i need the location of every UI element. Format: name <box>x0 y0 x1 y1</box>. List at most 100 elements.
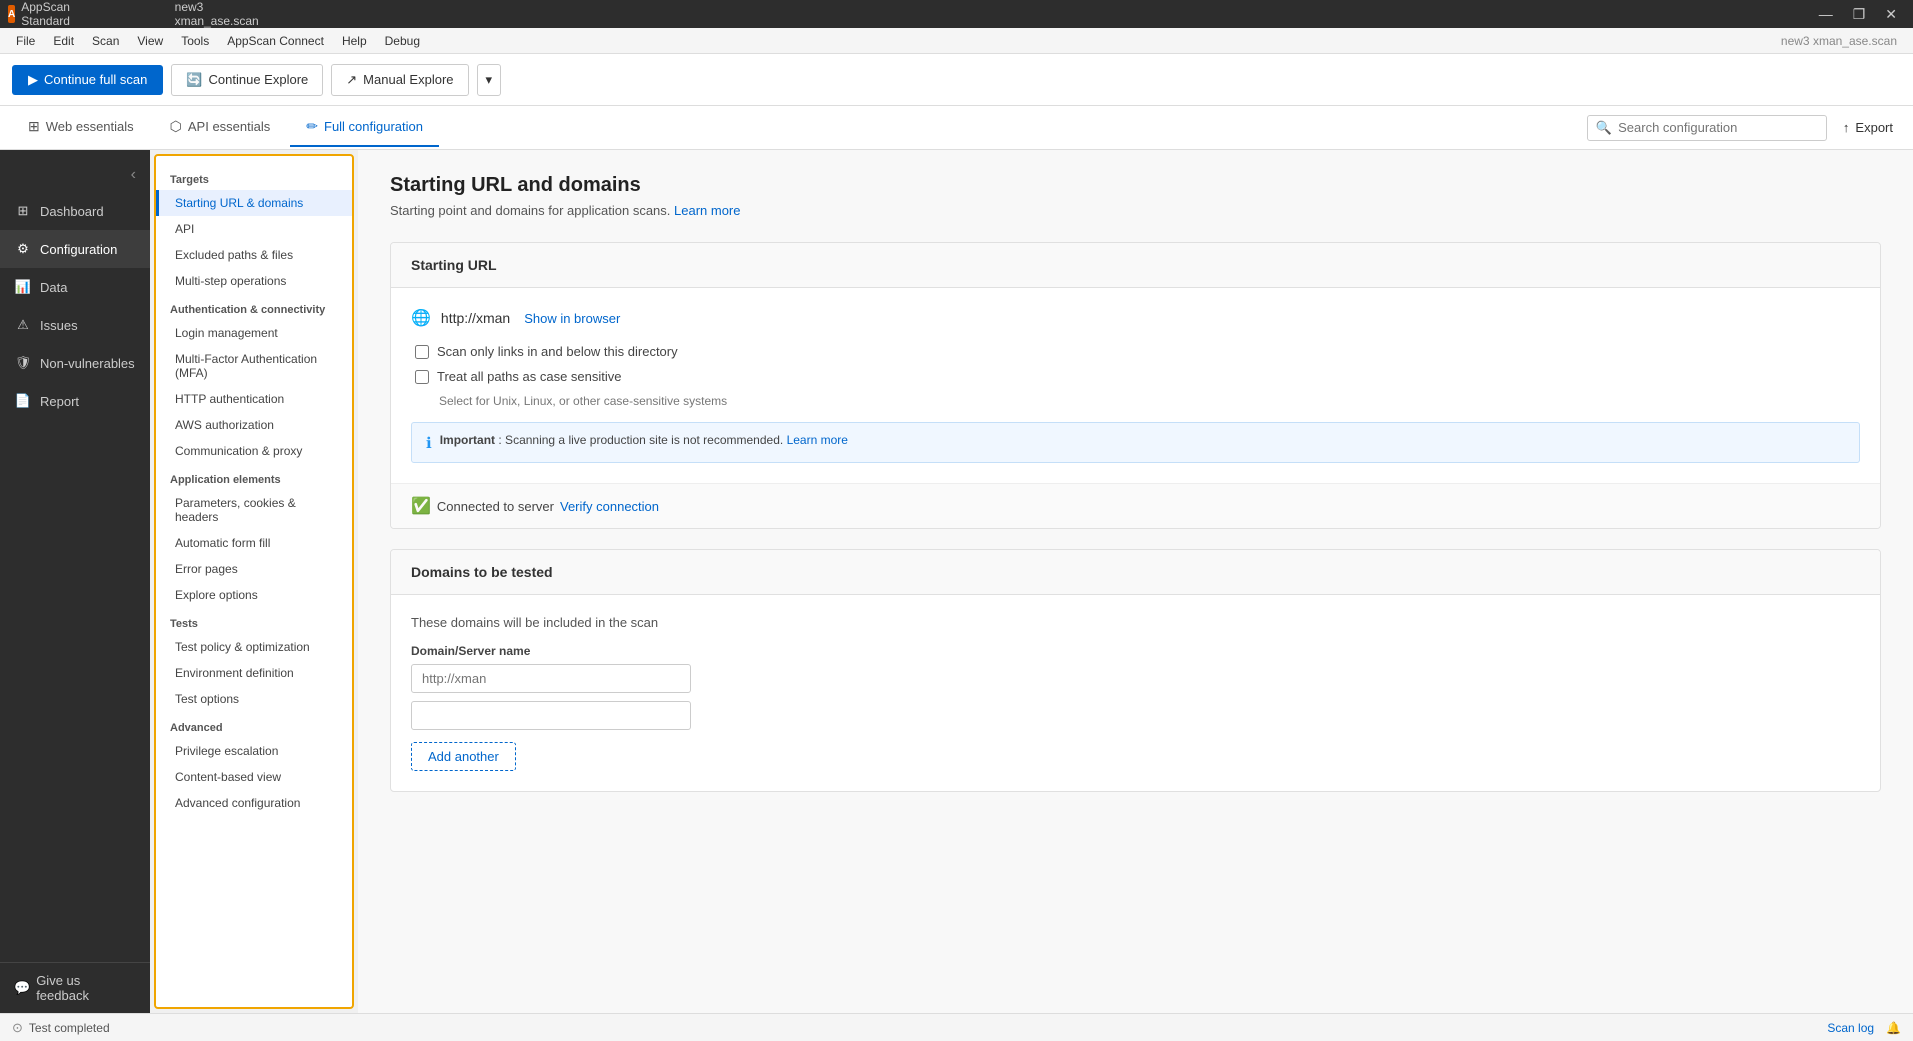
config-item-multi-step[interactable]: Multi-step operations <box>156 268 352 294</box>
auth-section-label: Authentication & connectivity <box>156 294 352 320</box>
menu-file[interactable]: File <box>8 32 43 50</box>
api-essentials-icon: ⬡ <box>170 118 182 135</box>
toolbar: ▶ Continue full scan 🔄 Continue Explore … <box>0 54 1913 106</box>
config-item-http-auth[interactable]: HTTP authentication <box>156 386 352 412</box>
shield-icon: 🛡 <box>14 354 32 372</box>
give-feedback-button[interactable]: 💬 Give us feedback <box>0 963 150 1013</box>
url-row: 🌐 http://xman Show in browser <box>411 308 1860 328</box>
page-subtitle: Starting point and domains for applicati… <box>390 203 1881 218</box>
config-item-privilege[interactable]: Privilege escalation <box>156 738 352 764</box>
config-item-test-policy[interactable]: Test policy & optimization <box>156 634 352 660</box>
domain-field-label: Domain/Server name <box>411 644 1860 658</box>
minimize-button[interactable]: — <box>1811 4 1841 25</box>
export-button[interactable]: ↑ Export <box>1835 116 1901 139</box>
sidebar-item-issues[interactable]: ⚠ Issues <box>0 306 150 344</box>
config-item-api[interactable]: API <box>156 216 352 242</box>
url-text: http://xman <box>441 310 510 326</box>
tab-web-essentials[interactable]: ⊞ Web essentials <box>12 108 150 147</box>
config-item-explore-options[interactable]: Explore options <box>156 582 352 608</box>
connected-text: Connected to server <box>437 499 554 514</box>
app-name: AppScan Standard <box>21 0 70 28</box>
case-sensitive-row: Treat all paths as case sensitive <box>411 369 1860 384</box>
window-title-menu: new3 xman_ase.scan <box>1781 34 1905 48</box>
menu-tools[interactable]: Tools <box>173 32 217 50</box>
manual-explore-dropdown[interactable]: ▾ <box>477 64 502 96</box>
sidebar-item-report[interactable]: 📄 Report <box>0 382 150 420</box>
bell-icon[interactable]: 🔔 <box>1886 1021 1901 1035</box>
config-item-login-mgmt[interactable]: Login management <box>156 320 352 346</box>
menu-help[interactable]: Help <box>334 32 375 50</box>
maximize-button[interactable]: ❐ <box>1845 4 1874 25</box>
tab-full-configuration[interactable]: ✏ Full configuration <box>290 108 439 147</box>
domain-input-1[interactable] <box>411 664 691 693</box>
sidebar-item-dashboard[interactable]: ⊞ Dashboard <box>0 192 150 230</box>
menu-appscan-connect[interactable]: AppScan Connect <box>219 32 332 50</box>
menu-scan[interactable]: Scan <box>84 32 127 50</box>
config-item-params-cookies[interactable]: Parameters, cookies & headers <box>156 490 352 530</box>
config-item-test-options[interactable]: Test options <box>156 686 352 712</box>
search-config-input[interactable] <box>1618 120 1818 135</box>
sidebar-bottom: 💬 Give us feedback <box>0 962 150 1013</box>
report-icon: 📄 <box>14 392 32 410</box>
menu-bar: File Edit Scan View Tools AppScan Connec… <box>0 28 1913 54</box>
sidebar-item-data[interactable]: 📊 Data <box>0 268 150 306</box>
scan-log-text[interactable]: Scan log <box>1827 1021 1874 1035</box>
advanced-section-label: Advanced <box>156 712 352 738</box>
manual-icon: ↗ <box>346 72 357 88</box>
config-item-env-def[interactable]: Environment definition <box>156 660 352 686</box>
config-item-comm-proxy[interactable]: Communication & proxy <box>156 438 352 464</box>
case-sensitive-checkbox[interactable] <box>415 370 429 384</box>
config-item-auto-form[interactable]: Automatic form fill <box>156 530 352 556</box>
scan-only-links-row: Scan only links in and below this direct… <box>411 344 1860 359</box>
learn-more-link[interactable]: Learn more <box>674 203 740 218</box>
show-in-browser-link[interactable]: Show in browser <box>524 311 620 326</box>
export-icon: ↑ <box>1843 120 1850 135</box>
title-bar: A AppScan Standard new3 xman_ase.scan — … <box>0 0 1913 28</box>
menu-edit[interactable]: Edit <box>45 32 82 50</box>
sidebar-collapse-button[interactable]: ‹ <box>0 158 150 192</box>
sidebar-item-configuration[interactable]: ⚙ Configuration <box>0 230 150 268</box>
config-item-aws-auth[interactable]: AWS authorization <box>156 412 352 438</box>
important-learn-more-link[interactable]: Learn more <box>787 433 848 447</box>
continue-full-scan-button[interactable]: ▶ Continue full scan <box>12 65 163 95</box>
case-sensitive-label: Treat all paths as case sensitive <box>437 369 622 384</box>
continue-explore-button[interactable]: 🔄 Continue Explore <box>171 64 323 96</box>
title-bar-left: A AppScan Standard new3 xman_ase.scan <box>8 0 255 28</box>
issues-icon: ⚠ <box>14 316 32 334</box>
domain-input-2[interactable] <box>411 701 691 730</box>
verify-connection-link[interactable]: Verify connection <box>560 499 659 514</box>
config-item-content-view[interactable]: Content-based view <box>156 764 352 790</box>
targets-section-label: Targets <box>156 164 352 190</box>
manual-explore-button[interactable]: ↗ Manual Explore <box>331 64 468 96</box>
status-right: Scan log 🔔 <box>1827 1021 1901 1035</box>
scan-only-links-checkbox[interactable] <box>415 345 429 359</box>
starting-url-card-header: Starting URL <box>391 243 1880 288</box>
scan-only-links-label: Scan only links in and below this direct… <box>437 344 678 359</box>
check-icon: ✅ <box>411 496 431 516</box>
domains-description: These domains will be included in the sc… <box>411 615 1860 630</box>
main-layout: ‹ ⊞ Dashboard ⚙ Configuration 📊 Data ⚠ I… <box>0 150 1913 1013</box>
config-item-mfa[interactable]: Multi-Factor Authentication (MFA) <box>156 346 352 386</box>
menu-debug[interactable]: Debug <box>377 32 428 50</box>
page-title: Starting URL and domains <box>390 174 1881 197</box>
important-notice: ℹ Important : Scanning a live production… <box>411 422 1860 463</box>
test-completed-text: Test completed <box>29 1021 110 1035</box>
menu-view[interactable]: View <box>129 32 171 50</box>
tab-api-essentials[interactable]: ⬡ API essentials <box>154 108 287 147</box>
scan-icon: ▶ <box>28 72 38 88</box>
status-left: ⊙ Test completed <box>12 1020 110 1036</box>
dashboard-icon: ⊞ <box>14 202 32 220</box>
config-item-adv-config[interactable]: Advanced configuration <box>156 790 352 816</box>
close-button[interactable]: ✕ <box>1877 4 1905 25</box>
sidebar-item-non-vulnerables[interactable]: 🛡 Non-vulnerables <box>0 344 150 382</box>
config-item-error-pages[interactable]: Error pages <box>156 556 352 582</box>
app-elements-section-label: Application elements <box>156 464 352 490</box>
case-sensitive-sublabel: Select for Unix, Linux, or other case-se… <box>411 394 1860 408</box>
starting-url-card: Starting URL 🌐 http://xman Show in brows… <box>390 242 1881 529</box>
config-item-excluded-paths[interactable]: Excluded paths & files <box>156 242 352 268</box>
configuration-icon: ⚙ <box>14 240 32 258</box>
config-item-starting-url[interactable]: Starting URL & domains <box>156 190 352 216</box>
add-another-button[interactable]: Add another <box>411 742 516 771</box>
app-logo: A <box>8 5 15 23</box>
tests-section-label: Tests <box>156 608 352 634</box>
